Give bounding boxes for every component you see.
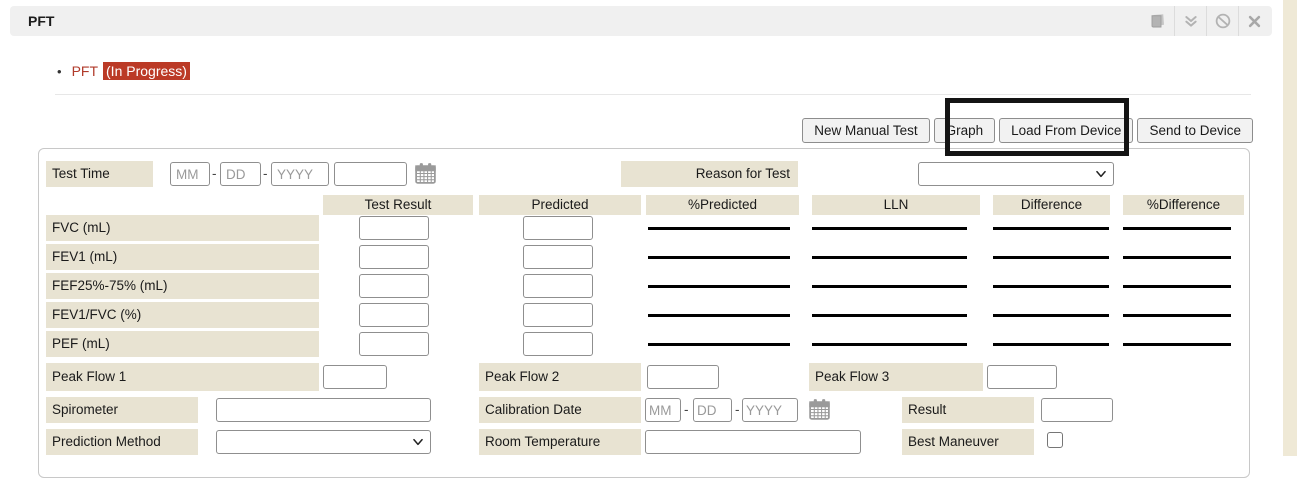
- fvc-difference-dash: [993, 227, 1109, 230]
- column-header-difference: Difference: [993, 195, 1110, 215]
- new-manual-test-button[interactable]: New Manual Test: [802, 118, 929, 143]
- row-label-fvc: FVC (mL): [46, 215, 319, 241]
- fef-predicted-input[interactable]: [523, 274, 593, 298]
- test-time-dd-input[interactable]: [220, 162, 261, 186]
- send-to-device-button[interactable]: Send to Device: [1137, 118, 1253, 143]
- cancel-icon[interactable]: [1206, 6, 1238, 36]
- peak-flow-2-label: Peak Flow 2: [479, 363, 641, 391]
- calibration-date-label: Calibration Date: [479, 397, 641, 423]
- room-temperature-label: Room Temperature: [479, 429, 641, 455]
- fev1-pct-predicted-dash: [648, 256, 790, 259]
- load-from-device-button[interactable]: Load From Device: [999, 118, 1133, 143]
- calibration-calendar-icon[interactable]: [807, 397, 832, 425]
- calibration-dd-input[interactable]: [693, 398, 732, 422]
- fev1-test-result-input[interactable]: [359, 245, 429, 269]
- fef-difference-dash: [993, 285, 1109, 288]
- peak-flow-3-input[interactable]: [987, 365, 1057, 389]
- reason-for-test-label: Reason for Test: [621, 161, 798, 187]
- fvc-pct-predicted-dash: [648, 227, 790, 230]
- peak-flow-2-input[interactable]: [647, 365, 719, 389]
- fvc-predicted-input[interactable]: [523, 216, 593, 240]
- test-time-mm-input[interactable]: [170, 162, 210, 186]
- status-badge: (In Progress): [103, 62, 190, 80]
- graph-button[interactable]: Graph: [934, 118, 996, 143]
- best-maneuver-checkbox[interactable]: [1047, 432, 1063, 448]
- column-header-predicted: Predicted: [479, 195, 641, 215]
- page-title: PFT: [10, 13, 1142, 29]
- column-header-test-result: Test Result: [323, 195, 473, 215]
- fef-test-result-input[interactable]: [359, 274, 429, 298]
- fvc-test-result-input[interactable]: [359, 216, 429, 240]
- calibration-yyyy-input[interactable]: [742, 398, 798, 422]
- column-header-pct-difference: %Difference: [1123, 195, 1244, 215]
- close-icon[interactable]: [1238, 6, 1270, 36]
- fev1fvc-test-result-input[interactable]: [359, 303, 429, 327]
- row-label-fev1-fvc: FEV1/FVC (%): [46, 302, 319, 328]
- date-hyphen: -: [212, 162, 217, 186]
- peak-flow-1-label: Peak Flow 1: [46, 363, 319, 391]
- date-hyphen: -: [263, 162, 268, 186]
- prediction-method-select-wrap: [216, 430, 431, 454]
- test-time-label: Test Time: [46, 161, 153, 187]
- pef-pct-predicted-dash: [648, 343, 790, 346]
- date-hyphen: -: [735, 398, 740, 422]
- fvc-pct-difference-dash: [1123, 227, 1231, 230]
- actions-toolbar: New Manual Test Graph Load From Device S…: [802, 118, 1253, 143]
- room-temperature-input[interactable]: [645, 430, 861, 454]
- row-label-pef: PEF (mL): [46, 331, 319, 357]
- fef-pct-difference-dash: [1123, 285, 1231, 288]
- prediction-method-label: Prediction Method: [46, 429, 198, 455]
- spirometer-input[interactable]: [216, 398, 431, 422]
- prediction-method-select[interactable]: [216, 430, 431, 454]
- fev1fvc-predicted-input[interactable]: [523, 303, 593, 327]
- pef-difference-dash: [993, 343, 1109, 346]
- calibration-mm-input[interactable]: [645, 398, 681, 422]
- section-divider: [55, 94, 1251, 95]
- panel-header: PFT: [10, 6, 1272, 36]
- peak-flow-3-label: Peak Flow 3: [809, 363, 983, 391]
- page-scroll-strip: [1283, 0, 1297, 456]
- journal-icon[interactable]: [1142, 6, 1174, 36]
- date-hyphen: -: [684, 398, 689, 422]
- pef-test-result-input[interactable]: [359, 332, 429, 356]
- reason-for-test-select-wrap: [918, 162, 1114, 186]
- fev1fvc-pct-predicted-dash: [648, 314, 790, 317]
- best-maneuver-label: Best Maneuver: [902, 429, 1034, 455]
- fev1fvc-difference-dash: [993, 314, 1109, 317]
- pef-lln-dash: [812, 343, 967, 346]
- bullet-icon: •: [57, 64, 62, 79]
- fev1fvc-lln-dash: [812, 314, 967, 317]
- peak-flow-1-input[interactable]: [323, 365, 387, 389]
- fev1-predicted-input[interactable]: [523, 245, 593, 269]
- fef-pct-predicted-dash: [648, 285, 790, 288]
- fev1-difference-dash: [993, 256, 1109, 259]
- row-label-fef: FEF25%-75% (mL): [46, 273, 319, 299]
- collapse-icon[interactable]: [1174, 6, 1206, 36]
- column-header-lln: LLN: [812, 195, 980, 215]
- column-header-pct-predicted: %Predicted: [646, 195, 799, 215]
- fev1-pct-difference-dash: [1123, 256, 1231, 259]
- row-label-fev1: FEV1 (mL): [46, 244, 319, 270]
- fev1fvc-pct-difference-dash: [1123, 314, 1231, 317]
- result-input[interactable]: [1041, 398, 1113, 422]
- pft-form: Test Time - - Reason for Test Test Resul…: [38, 148, 1250, 478]
- panel-toolbar: [1142, 6, 1270, 36]
- fev1-lln-dash: [812, 256, 967, 259]
- pft-link[interactable]: PFT: [72, 63, 98, 79]
- test-time-yyyy-input[interactable]: [271, 162, 329, 186]
- calendar-icon[interactable]: [413, 161, 438, 189]
- fef-lln-dash: [812, 285, 967, 288]
- fvc-lln-dash: [812, 227, 967, 230]
- result-label: Result: [902, 397, 1034, 423]
- test-time-time-input[interactable]: [334, 162, 407, 186]
- reason-for-test-select[interactable]: [918, 162, 1114, 186]
- status-line: • PFT (In Progress): [57, 62, 190, 80]
- pef-pct-difference-dash: [1123, 343, 1231, 346]
- pef-predicted-input[interactable]: [523, 332, 593, 356]
- spirometer-label: Spirometer: [46, 397, 198, 423]
